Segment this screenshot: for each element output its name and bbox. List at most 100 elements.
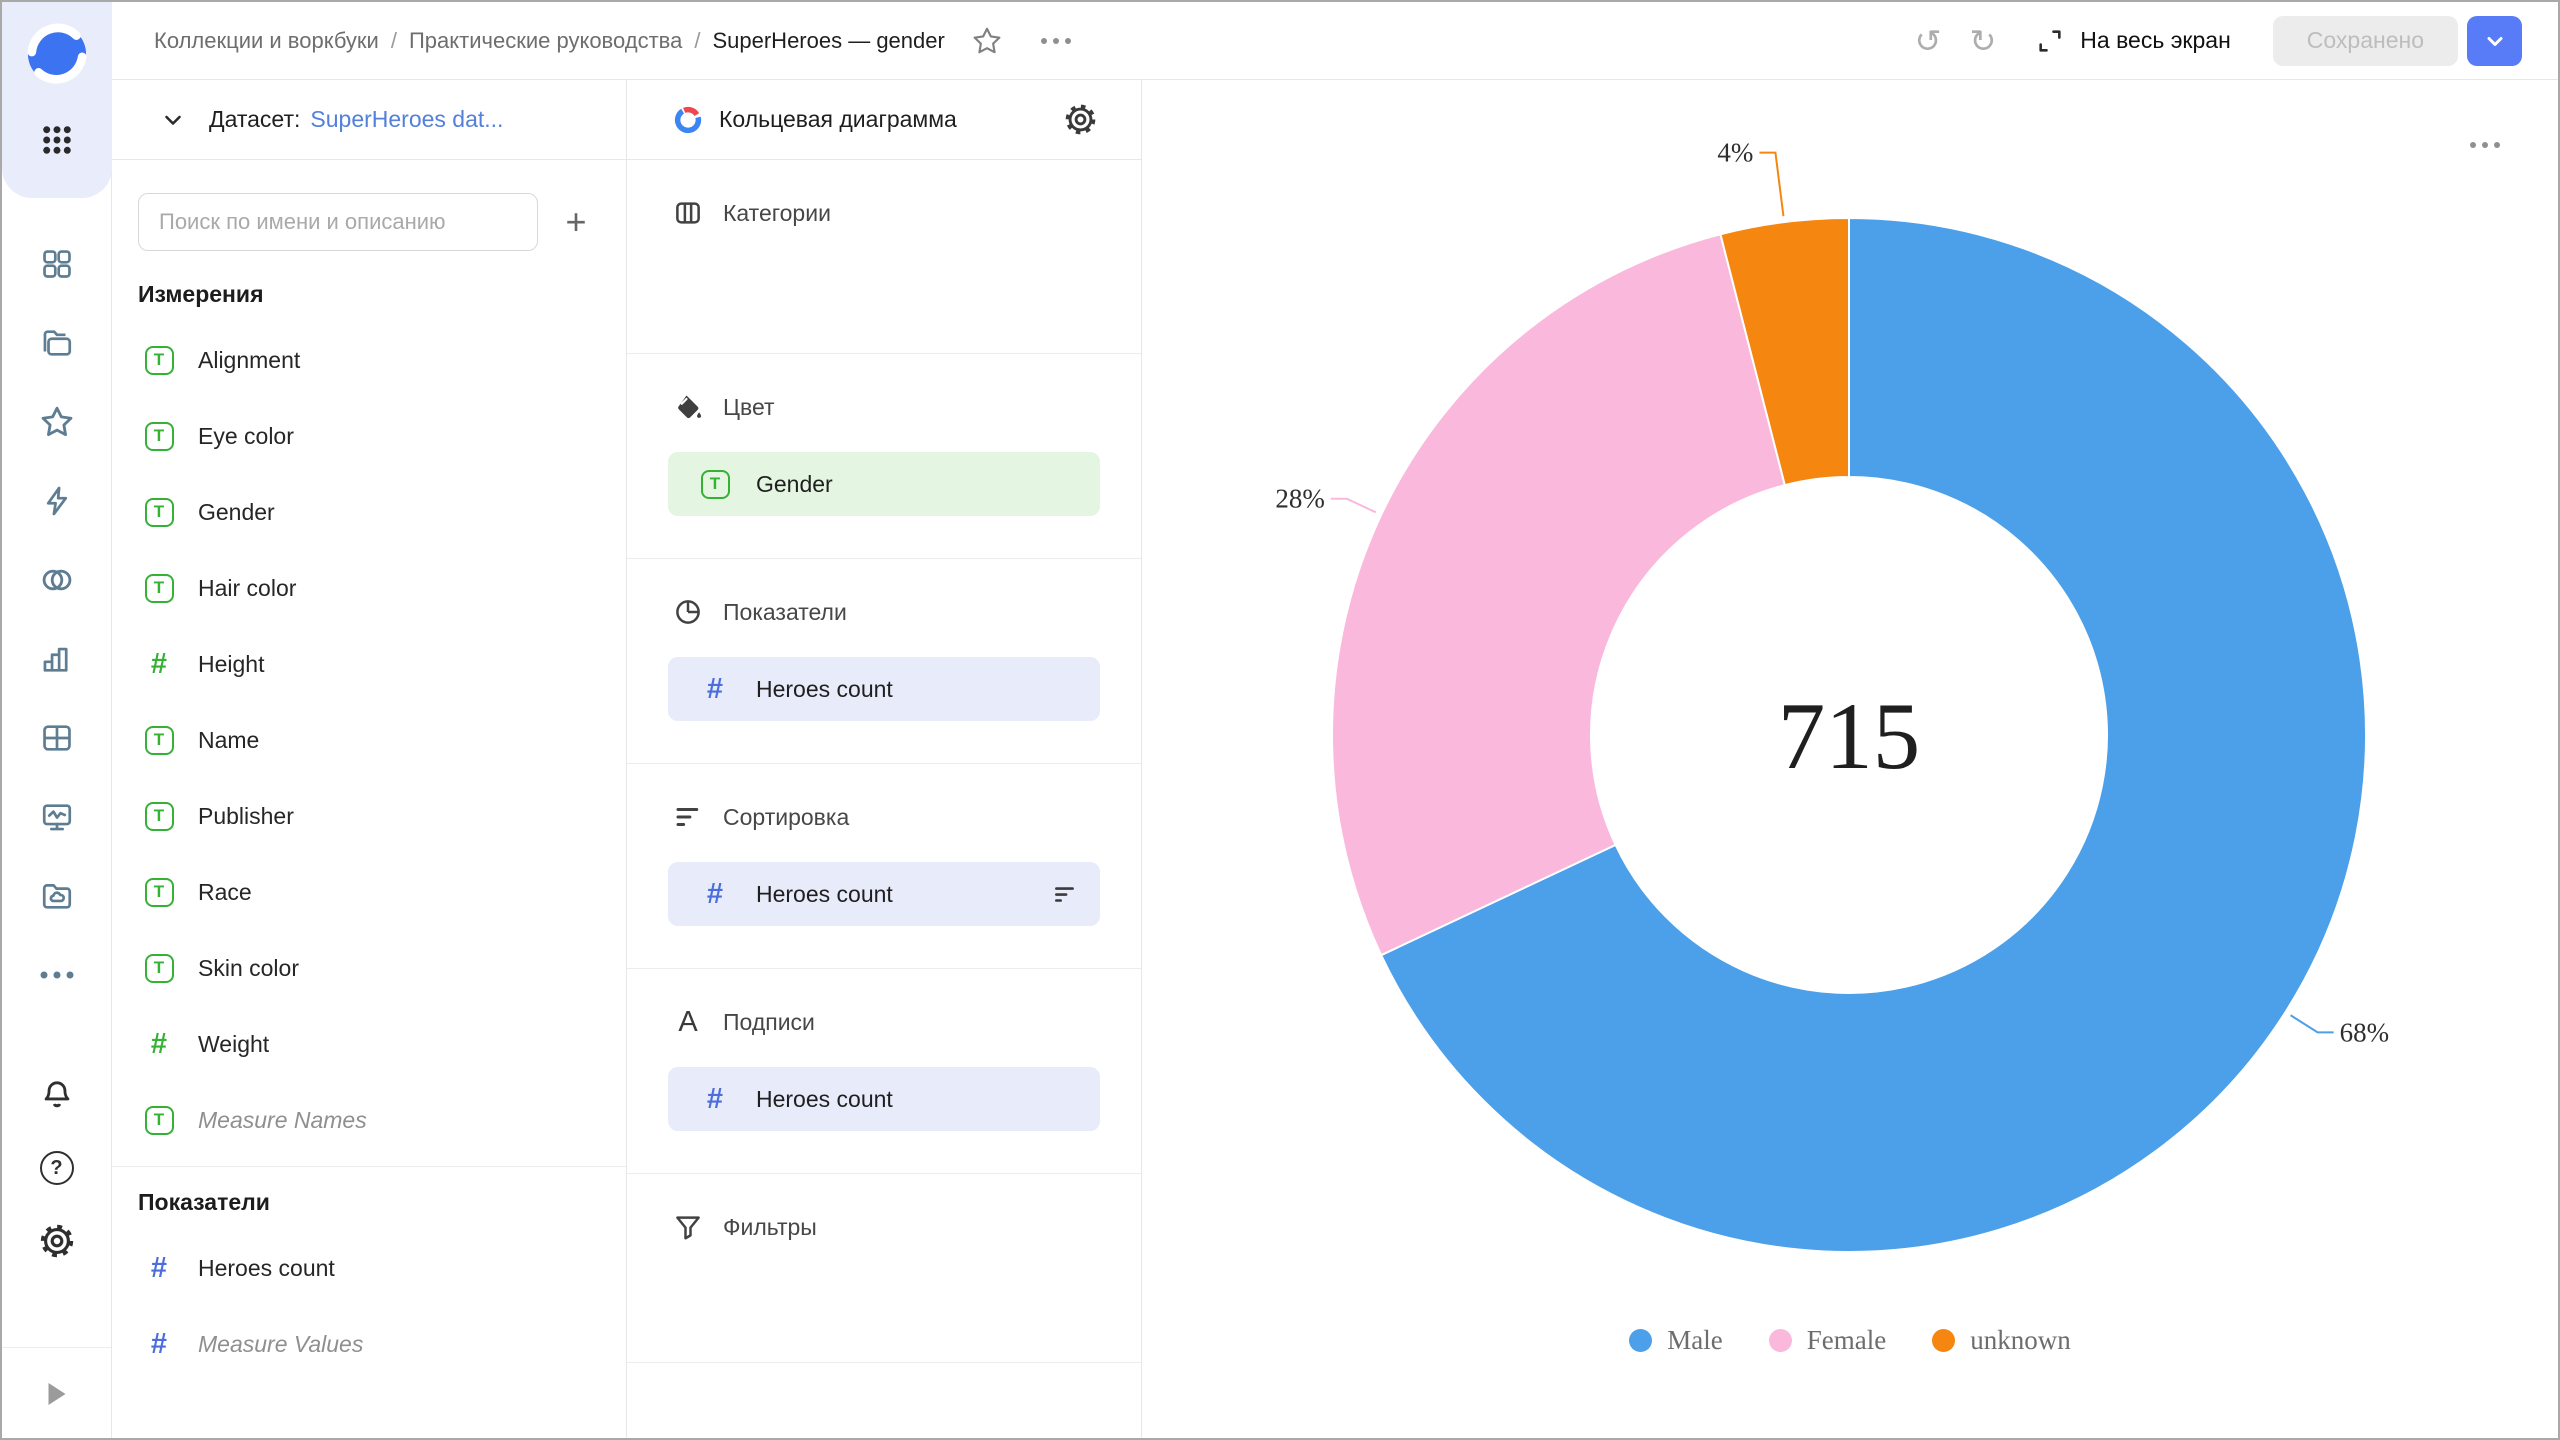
settings-gear-icon[interactable] [39, 1223, 75, 1259]
text-field-icon: T [145, 726, 174, 755]
breadcrumb-guides[interactable]: Практические руководства [409, 28, 682, 54]
chevron-down-icon[interactable] [161, 108, 185, 132]
field-row-heroes-count[interactable]: # Heroes count [112, 1230, 626, 1306]
favorite-star-icon[interactable] [971, 25, 1003, 57]
legend-dot [1629, 1329, 1652, 1352]
section-title: Показатели [723, 599, 847, 626]
slice-percent-label: 68% [2340, 1017, 2390, 1047]
legend-item-female[interactable]: Female [1769, 1325, 1886, 1356]
chip-heroes-count-sort[interactable]: # Heroes count [668, 862, 1100, 926]
label-a-icon: A [673, 1008, 703, 1037]
dashboards-icon[interactable] [40, 800, 74, 834]
sort-desc-icon[interactable] [1052, 881, 1078, 907]
save-dropdown-button[interactable] [2467, 16, 2522, 66]
help-question-icon[interactable]: ? [40, 1151, 74, 1185]
datalens-logo[interactable] [26, 23, 88, 85]
donut-slice-female[interactable] [1332, 234, 1785, 955]
number-field-icon: # [151, 1030, 167, 1059]
section-sorting: Сортировка # Heroes count [627, 764, 1141, 969]
field-row-race[interactable]: T Race [112, 854, 626, 930]
collections-grid-icon[interactable] [40, 247, 74, 281]
measures-title: Показатели [138, 1189, 626, 1216]
chart-preview-area: 68% 28% 4% 715 Male Female unknown [1142, 80, 2558, 1438]
paint-bucket-icon [673, 392, 703, 422]
dataset-name-link[interactable]: SuperHeroes dat... [310, 106, 503, 133]
text-field-icon: T [145, 346, 174, 375]
connections-icon[interactable] [40, 484, 74, 518]
number-field-icon: # [707, 880, 723, 909]
chart-type-header: Кольцевая диаграмма [627, 80, 1141, 160]
saved-button[interactable]: Сохранено [2273, 16, 2458, 66]
chart-settings-gear-icon[interactable] [1064, 103, 1097, 136]
measures-list: # Heroes count # Measure Values [112, 1230, 626, 1382]
legend-label: Male [1667, 1325, 1722, 1356]
redo-icon[interactable]: ↻ [1969, 25, 1996, 57]
chart-type-label[interactable]: Кольцевая диаграмма [719, 106, 957, 133]
favorites-star-icon[interactable] [39, 404, 75, 440]
field-row-gender[interactable]: T Gender [112, 474, 626, 550]
chip-heroes-count-label[interactable]: # Heroes count [668, 1067, 1100, 1131]
tables-icon[interactable] [40, 721, 74, 755]
field-row-name[interactable]: T Name [112, 702, 626, 778]
panel-divider [112, 1166, 626, 1167]
pie-chart-icon [673, 597, 703, 627]
field-row-height[interactable]: # Height [112, 626, 626, 702]
field-row-alignment[interactable]: T Alignment [112, 322, 626, 398]
chip-heroes-count-measure[interactable]: # Heroes count [668, 657, 1100, 721]
label-connector [1759, 153, 1783, 216]
undo-icon[interactable]: ↺ [1915, 25, 1942, 57]
legend-label: unknown [1970, 1325, 2071, 1356]
fullscreen-label: На весь экран [2080, 27, 2231, 54]
label-connector [2291, 1015, 2334, 1032]
breadcrumb-collections[interactable]: Коллекции и воркбуки [154, 28, 379, 54]
chip-gender[interactable]: T Gender [668, 452, 1100, 516]
apps-grid-icon[interactable] [38, 121, 76, 159]
storage-folder-icon[interactable] [40, 879, 74, 913]
chart-legend: Male Female unknown [1142, 1325, 2558, 1356]
donut-center-value: 715 [1778, 683, 1921, 789]
dimensions-list: T Alignment T Eye color T Gender T Hair … [112, 322, 626, 1158]
text-field-icon: T [145, 878, 174, 907]
datasets-icon[interactable] [39, 562, 75, 598]
funnel-icon [673, 1212, 703, 1242]
section-filters: Фильтры [627, 1174, 1141, 1363]
field-row-eye-color[interactable]: T Eye color [112, 398, 626, 474]
text-field-icon: T [145, 1106, 174, 1135]
donut-chart-type-icon [673, 105, 703, 135]
breadcrumb-separator: / [391, 28, 397, 54]
rail-divider [2, 1347, 111, 1348]
search-input[interactable] [138, 193, 538, 251]
legend-label: Female [1807, 1325, 1886, 1356]
number-field-icon: # [707, 675, 723, 704]
chevron-down-icon [2483, 29, 2507, 53]
question-glyph: ? [50, 1157, 62, 1180]
more-services-icon[interactable] [40, 972, 73, 979]
field-row-publisher[interactable]: T Publisher [112, 778, 626, 854]
expand-panel-icon[interactable] [48, 1383, 65, 1405]
columns-icon [673, 198, 703, 228]
top-bar: Коллекции и воркбуки / Практические руко… [112, 2, 2558, 80]
field-row-weight[interactable]: # Weight [112, 1006, 626, 1082]
text-field-icon: T [145, 422, 174, 451]
section-title: Фильтры [723, 1214, 817, 1241]
workbooks-folders-icon[interactable] [40, 326, 74, 360]
field-row-measure-values[interactable]: # Measure Values [112, 1306, 626, 1382]
legend-item-male[interactable]: Male [1629, 1325, 1722, 1356]
text-field-icon: T [145, 574, 174, 603]
add-field-button[interactable]: + [552, 193, 600, 251]
categories-drop-zone[interactable] [668, 232, 1100, 314]
section-measures: Показатели # Heroes count [627, 559, 1141, 764]
field-row-skin-color[interactable]: T Skin color [112, 930, 626, 1006]
field-row-measure-names[interactable]: T Measure Names [112, 1082, 626, 1158]
legend-item-unknown[interactable]: unknown [1932, 1325, 2071, 1356]
label-connector [1331, 499, 1376, 513]
slice-percent-label: 4% [1717, 138, 1753, 168]
fullscreen-button[interactable]: На весь экран [2036, 27, 2231, 55]
section-categories: Категории [627, 160, 1141, 354]
chart-menu-ellipsis-icon[interactable] [1041, 38, 1071, 44]
charts-icon[interactable] [40, 642, 74, 676]
text-field-icon: T [145, 498, 174, 527]
slice-percent-label: 28% [1275, 484, 1325, 514]
field-row-hair-color[interactable]: T Hair color [112, 550, 626, 626]
notifications-bell-icon[interactable] [40, 1078, 74, 1112]
